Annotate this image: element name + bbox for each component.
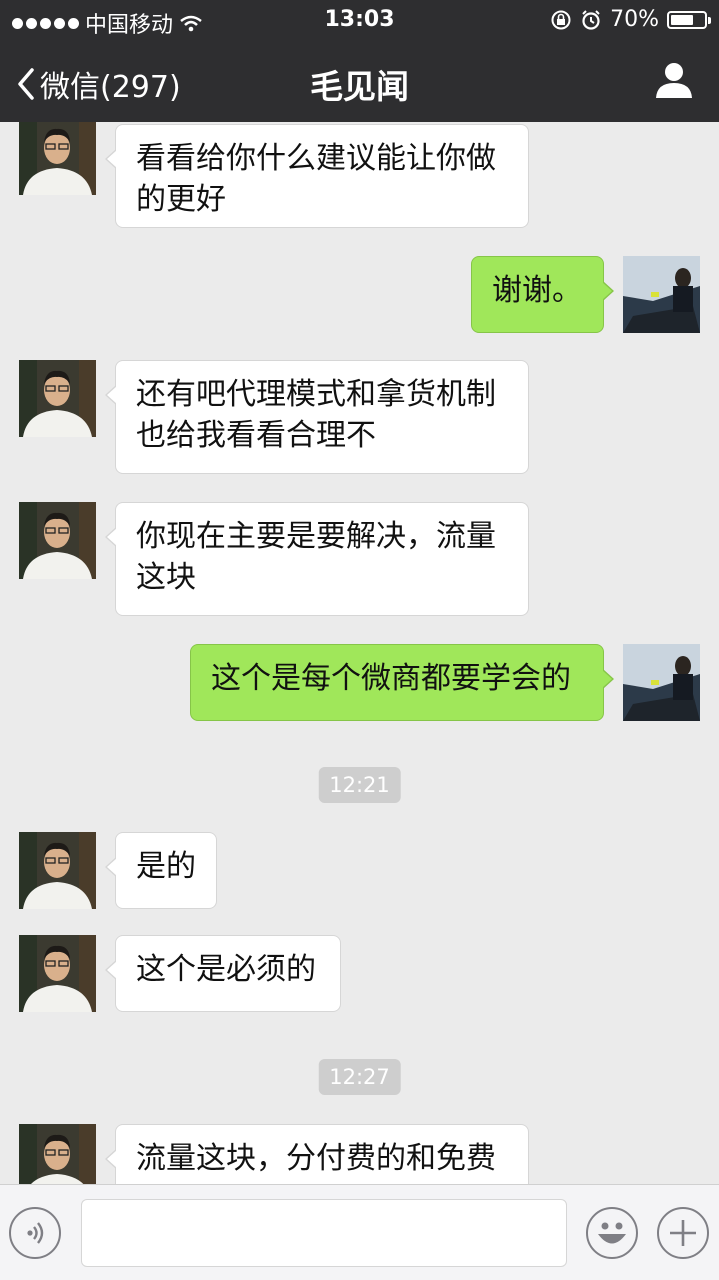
message-bubble[interactable]: 这个是必须的 (105, 935, 341, 1012)
rotation-lock-icon (551, 10, 571, 29)
battery-icon (667, 10, 711, 29)
status-right: 70% (550, 7, 711, 32)
message-bubble[interactable]: 谢谢。 (471, 256, 614, 333)
message-text: 流量这块，分付费的和免费 (136, 1141, 496, 1176)
timestamp-chip: 12:21 (318, 767, 401, 803)
message-text: 谢谢。 (492, 273, 582, 308)
alarm-icon (582, 9, 600, 30)
contact-avatar[interactable] (19, 935, 96, 1012)
emoji-button[interactable] (586, 1207, 638, 1259)
battery-percent: 70% (610, 7, 659, 32)
contact-photo (19, 1124, 96, 1184)
input-bar (0, 1184, 719, 1280)
chat-area[interactable]: 看看给你什么建议能让你做 的更好 谢谢。 还有吧代理模式和拿货机制 也给我看看合… (0, 122, 719, 1184)
contact-avatar[interactable] (19, 502, 96, 579)
contact-avatar[interactable] (19, 360, 96, 437)
nav-bar: 微信(297) 毛见闻 (0, 40, 719, 122)
message-text: 看看给你什么建议能让你做 的更好 (136, 141, 496, 217)
my-photo (623, 644, 700, 721)
plus-icon (670, 1220, 696, 1246)
contact-avatar[interactable] (19, 832, 96, 909)
status-bar: 中国移动 13:03 70% (0, 0, 719, 40)
message-bubble[interactable]: 看看给你什么建议能让你做 的更好 (105, 124, 529, 228)
message-input[interactable] (81, 1199, 567, 1267)
message-bubble[interactable]: 是的 (105, 832, 217, 909)
contact-photo (19, 122, 96, 195)
chat-title: 毛见闻 (310, 67, 409, 106)
my-avatar[interactable] (623, 644, 700, 721)
contact-photo (19, 935, 96, 1012)
my-photo (623, 256, 700, 333)
more-button[interactable] (657, 1207, 709, 1259)
message-bubble[interactable]: 你现在主要是要解决，流量 这块 (105, 502, 529, 616)
message-text: 这个是每个微商都要学会的 (211, 661, 571, 696)
message-bubble[interactable]: 还有吧代理模式和拿货机制 也给我看看合理不 (105, 360, 529, 474)
my-avatar[interactable] (623, 256, 700, 333)
message-text: 是的 (136, 849, 196, 884)
message-bubble[interactable]: 流量这块，分付费的和免费 (105, 1124, 529, 1184)
voice-button[interactable] (9, 1207, 61, 1259)
timestamp-chip: 12:27 (318, 1059, 401, 1095)
battery-fill (671, 14, 693, 25)
contact-photo (19, 832, 96, 909)
message-bubble[interactable]: 这个是每个微商都要学会的 (190, 644, 614, 721)
contact-photo (19, 360, 96, 437)
person-icon (656, 63, 692, 98)
contact-photo (19, 502, 96, 579)
contact-avatar[interactable] (19, 1124, 96, 1184)
voice-icon (27, 1222, 44, 1244)
profile-button[interactable] (655, 62, 693, 102)
message-text: 这个是必须的 (136, 952, 316, 987)
emoji-icon (598, 1222, 626, 1244)
contact-avatar[interactable] (19, 122, 96, 195)
message-text: 你现在主要是要解决，流量 这块 (136, 519, 496, 595)
message-text: 还有吧代理模式和拿货机制 也给我看看合理不 (136, 377, 496, 453)
